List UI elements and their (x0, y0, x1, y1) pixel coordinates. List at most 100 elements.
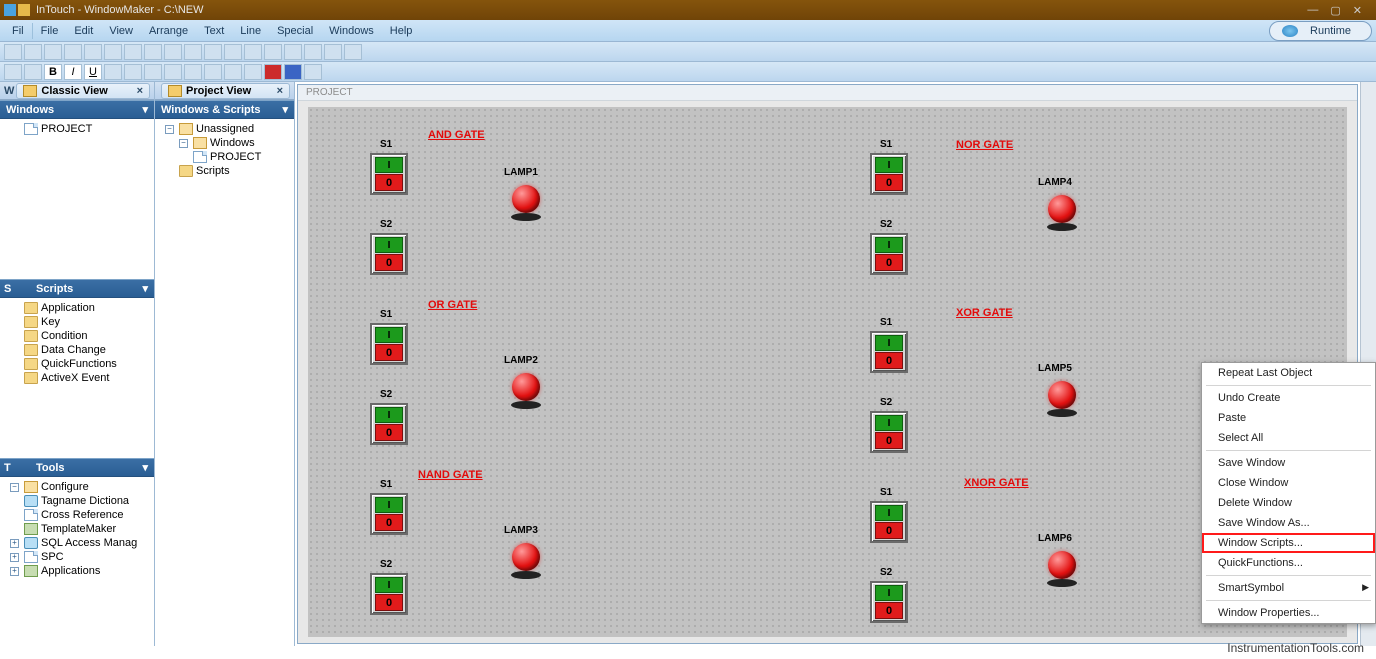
tools-item-crossref[interactable]: Cross Reference (4, 508, 150, 522)
menu-arrange[interactable]: Arrange (141, 23, 196, 39)
menu-paste[interactable]: Paste (1202, 408, 1375, 428)
tool-e[interactable] (304, 44, 322, 60)
tool-font[interactable] (104, 64, 122, 80)
tools-item-spc[interactable]: +SPC (4, 550, 150, 564)
minimize-button[interactable]: — (1307, 4, 1318, 17)
tool-fill[interactable] (244, 64, 262, 80)
scripts-item-datachange[interactable]: Data Change (4, 343, 150, 357)
menu-file[interactable]: File (33, 23, 67, 39)
tool-italic[interactable]: I (64, 64, 82, 80)
tools-item-sql[interactable]: +SQL Access Manag (4, 536, 150, 550)
tool-copy[interactable] (104, 44, 122, 60)
menu-window-properties[interactable]: Window Properties... (1202, 603, 1375, 623)
switch-nand-s1[interactable]: I0 (370, 493, 408, 535)
tool-redo[interactable] (164, 44, 182, 60)
tool-fontsize[interactable] (124, 64, 142, 80)
menu-quickfunctions[interactable]: QuickFunctions... (1202, 553, 1375, 573)
menu-save-window-as[interactable]: Save Window As... (1202, 513, 1375, 533)
collapse-icon[interactable]: − (165, 125, 174, 134)
switch-xor-s2[interactable]: I0 (870, 411, 908, 453)
tool-align-r[interactable] (184, 64, 202, 80)
tool-paste[interactable] (124, 44, 142, 60)
classic-view-tab[interactable]: Classic View × (16, 83, 150, 99)
menu-save-window[interactable]: Save Window (1202, 453, 1375, 473)
tool-color-red[interactable] (264, 64, 282, 80)
switch-nor-s1[interactable]: I0 (870, 153, 908, 195)
lamp1[interactable] (508, 185, 544, 221)
switch-or-s1[interactable]: I0 (370, 323, 408, 365)
tool-save-all[interactable] (64, 44, 82, 60)
tools-panel-header[interactable]: T Tools ▾ (0, 458, 154, 477)
tool-align-c[interactable] (164, 64, 182, 80)
tool-dup[interactable] (204, 44, 222, 60)
scripts-item-quickfunctions[interactable]: QuickFunctions (4, 357, 150, 371)
menu-undo-create[interactable]: Undo Create (1202, 388, 1375, 408)
tool-undo[interactable] (144, 44, 162, 60)
tool-txt1[interactable] (4, 64, 22, 80)
expand-icon[interactable]: + (10, 567, 19, 576)
tool-brush[interactable] (224, 64, 242, 80)
tool-underline[interactable]: U (84, 64, 102, 80)
maximize-button[interactable]: ▢ (1330, 4, 1340, 17)
close-icon[interactable]: × (137, 85, 143, 97)
menu-close-window[interactable]: Close Window (1202, 473, 1375, 493)
menu-window-scripts[interactable]: Window Scripts... (1202, 533, 1375, 553)
menu-text[interactable]: Text (196, 23, 232, 39)
tree-unassigned[interactable]: −Unassigned (159, 122, 290, 136)
scripts-item-key[interactable]: Key (4, 315, 150, 329)
menu-windows[interactable]: Windows (321, 23, 382, 39)
tool-f[interactable] (324, 44, 342, 60)
tool-pen[interactable] (204, 64, 222, 80)
switch-xnor-s2[interactable]: I0 (870, 581, 908, 623)
tree-scripts[interactable]: Scripts (159, 164, 290, 178)
switch-nand-s2[interactable]: I0 (370, 573, 408, 615)
design-canvas[interactable]: AND GATE S1 I0 S2 I0 LAMP1 OR GATE S1 I0… (308, 107, 1347, 637)
menu-view[interactable]: View (101, 23, 141, 39)
menu-help[interactable]: Help (382, 23, 421, 39)
tools-item-configure[interactable]: −Configure (4, 480, 150, 494)
menu-special[interactable]: Special (269, 23, 321, 39)
tool-open[interactable] (24, 44, 42, 60)
scripts-item-application[interactable]: Application (4, 301, 150, 315)
tool-cut[interactable] (84, 44, 102, 60)
runtime-button[interactable]: Runtime (1269, 21, 1372, 41)
tool-b[interactable] (244, 44, 262, 60)
menu-repeat-last[interactable]: Repeat Last Object (1202, 363, 1375, 383)
menu-select-all[interactable]: Select All (1202, 428, 1375, 448)
menu-smartsymbol[interactable]: SmartSymbol▶ (1202, 578, 1375, 598)
tools-item-templatemaker[interactable]: TemplateMaker (4, 522, 150, 536)
windows-scripts-header[interactable]: Windows & Scripts ▾ (155, 100, 294, 119)
menu-delete-window[interactable]: Delete Window (1202, 493, 1375, 513)
switch-and-s1[interactable]: I0 (370, 153, 408, 195)
expand-icon[interactable]: + (10, 539, 19, 548)
tool-color-blue[interactable] (284, 64, 302, 80)
tool-txt2[interactable] (24, 64, 42, 80)
lamp2[interactable] (508, 373, 544, 409)
menu-line[interactable]: Line (232, 23, 269, 39)
menu-fil[interactable]: Fil (4, 23, 33, 39)
lamp4[interactable] (1044, 195, 1080, 231)
switch-xor-s1[interactable]: I0 (870, 331, 908, 373)
lamp5[interactable] (1044, 381, 1080, 417)
tool-g[interactable] (344, 44, 362, 60)
tool-d[interactable] (284, 44, 302, 60)
tool-print[interactable] (184, 44, 202, 60)
tool-save[interactable] (44, 44, 62, 60)
tools-item-tagname[interactable]: Tagname Dictiona (4, 494, 150, 508)
switch-nor-s2[interactable]: I0 (870, 233, 908, 275)
close-button[interactable]: ✕ (1353, 4, 1362, 17)
switch-and-s2[interactable]: I0 (370, 233, 408, 275)
tree-windows[interactable]: −Windows (159, 136, 290, 150)
lamp6[interactable] (1044, 551, 1080, 587)
tool-new[interactable] (4, 44, 22, 60)
menu-edit[interactable]: Edit (66, 23, 101, 39)
switch-or-s2[interactable]: I0 (370, 403, 408, 445)
windows-panel-header[interactable]: Windows ▾ (0, 100, 154, 119)
tool-a[interactable] (224, 44, 242, 60)
expand-icon[interactable]: + (10, 553, 19, 562)
scripts-item-activex[interactable]: ActiveX Event (4, 371, 150, 385)
tool-more[interactable] (304, 64, 322, 80)
close-icon[interactable]: × (277, 85, 283, 97)
collapse-icon[interactable]: − (10, 483, 19, 492)
scripts-item-condition[interactable]: Condition (4, 329, 150, 343)
